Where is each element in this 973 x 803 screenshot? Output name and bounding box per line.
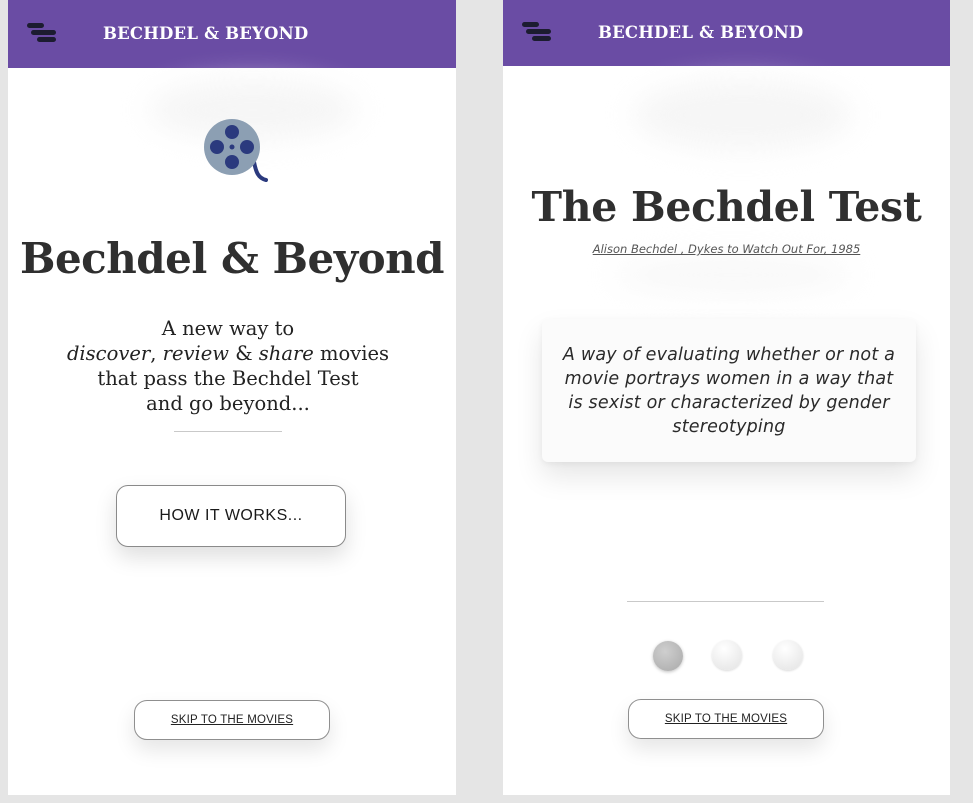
tagline-review: review <box>162 342 229 365</box>
intro-screen: BECHDEL & BEYOND Bechdel & Beyond A new … <box>8 0 456 795</box>
tagline-comma: , <box>150 342 157 365</box>
tagline: A new way to discover, review & share mo… <box>48 316 408 416</box>
how-it-works-button[interactable]: HOW IT WORKS... <box>116 485 346 547</box>
tagline-line-1: A new way to <box>161 317 295 340</box>
tagline-line-4: and go beyond... <box>146 392 310 415</box>
hamburger-menu-icon[interactable] <box>27 23 57 45</box>
app-title: BECHDEL & BEYOND <box>103 24 309 43</box>
definition-text: A way of evaluating whether or not a mov… <box>562 344 896 437</box>
skip-to-movies-button[interactable]: SKIP TO THE MOVIES <box>628 699 824 739</box>
citation-glow <box>613 255 853 295</box>
app-bar: BECHDEL & BEYOND <box>503 0 950 66</box>
tagline-discover: discover <box>66 342 151 365</box>
pager-dot-3[interactable] <box>773 640 803 670</box>
divider <box>174 431 282 432</box>
tagline-movies: movies <box>320 342 390 365</box>
tagline-line-2: discover, review & share movies <box>48 341 408 366</box>
tagline-line-3: that pass the Bechdel Test <box>97 367 359 390</box>
skip-to-movies-button[interactable]: SKIP TO THE MOVIES <box>134 700 330 740</box>
citation-link[interactable]: Alison Bechdel , Dykes to Watch Out For,… <box>503 242 950 256</box>
divider <box>627 601 824 602</box>
definition-card: A way of evaluating whether or not a mov… <box>542 319 916 462</box>
pager-dot-1[interactable] <box>653 641 683 671</box>
bechdel-test-screen: BECHDEL & BEYOND The Bechdel Test Alison… <box>503 0 950 795</box>
tagline-amp: & <box>235 342 253 365</box>
pager-dot-2[interactable] <box>712 640 742 670</box>
title-glow <box>633 80 853 150</box>
film-reel-icon <box>204 119 268 182</box>
app-title: BECHDEL & BEYOND <box>598 23 804 42</box>
tagline-share: share <box>258 342 314 365</box>
app-bar: BECHDEL & BEYOND <box>8 0 456 68</box>
hero-title: Bechdel & Beyond <box>19 234 445 283</box>
page-title: The Bechdel Test <box>531 183 922 231</box>
hamburger-menu-icon[interactable] <box>522 22 552 44</box>
